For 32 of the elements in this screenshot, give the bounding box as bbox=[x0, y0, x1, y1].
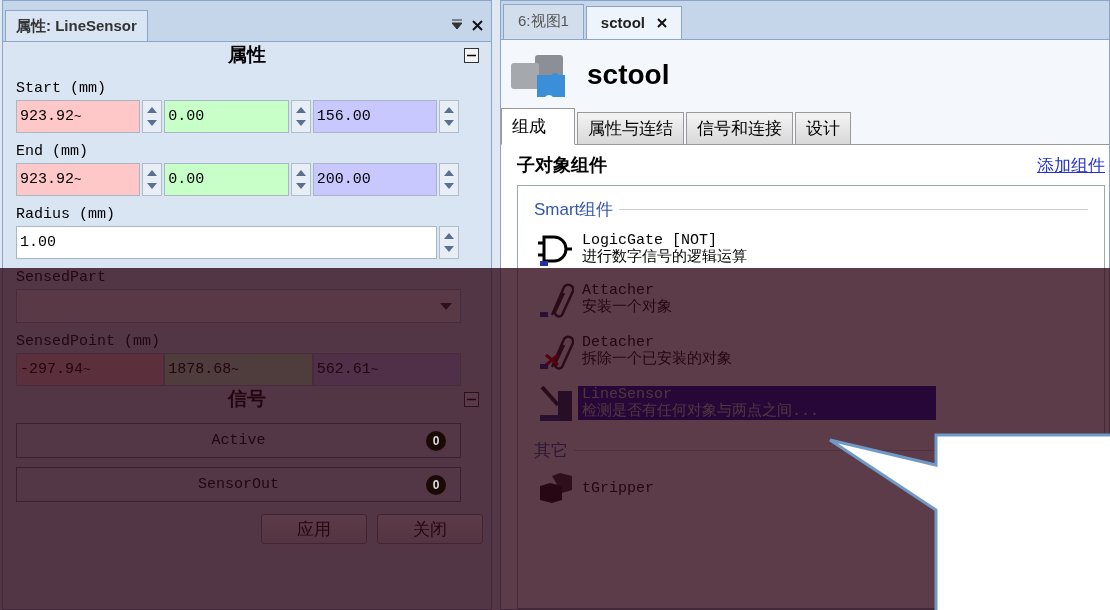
field-label: Start (mm) bbox=[16, 79, 107, 99]
close-icon[interactable] bbox=[472, 19, 483, 31]
collapse-icon[interactable] bbox=[464, 48, 479, 63]
number-field[interactable]: 0.00 bbox=[164, 163, 289, 196]
number-field[interactable]: 200.00 bbox=[312, 163, 437, 196]
view-tab[interactable]: 信号和连接 bbox=[686, 112, 793, 144]
section-title: 属性 bbox=[228, 44, 266, 65]
view-tab[interactable]: 设计 bbox=[795, 112, 851, 144]
view-tab[interactable]: 组成 bbox=[501, 108, 575, 145]
spinner-icon[interactable] bbox=[290, 100, 311, 133]
add-component-link[interactable]: 添加组件 bbox=[1037, 153, 1105, 177]
spinner-icon[interactable] bbox=[439, 100, 459, 133]
spinner-icon[interactable] bbox=[142, 163, 163, 196]
spinner-icon[interactable] bbox=[439, 226, 459, 259]
spinner-icon[interactable] bbox=[439, 163, 459, 196]
number-field[interactable]: 0.00 bbox=[164, 100, 289, 133]
spinner-icon[interactable] bbox=[142, 100, 163, 133]
panel-tab[interactable]: 属性: LineSensor bbox=[5, 10, 148, 41]
view-tab[interactable]: 属性与连结 bbox=[577, 112, 684, 144]
document-tab[interactable]: sctool bbox=[585, 6, 683, 39]
group-title: Smart组件 bbox=[534, 198, 614, 221]
field-label: Radius (mm) bbox=[16, 205, 117, 225]
component-item[interactable]: LogicGate [NOT] 进行数字信号的逻辑运算 bbox=[578, 232, 751, 266]
section-title: 子对象组件 bbox=[517, 154, 607, 177]
close-icon[interactable] bbox=[657, 17, 668, 28]
component-title: sctool bbox=[587, 59, 670, 91]
number-field[interactable]: 1.00 bbox=[16, 226, 437, 259]
number-field[interactable]: 156.00 bbox=[312, 100, 437, 133]
pin-dropdown-icon[interactable] bbox=[452, 19, 462, 31]
spinner-icon[interactable] bbox=[290, 163, 311, 196]
document-tab[interactable]: 6:视图1 bbox=[503, 4, 584, 39]
field-label: End (mm) bbox=[16, 142, 89, 162]
